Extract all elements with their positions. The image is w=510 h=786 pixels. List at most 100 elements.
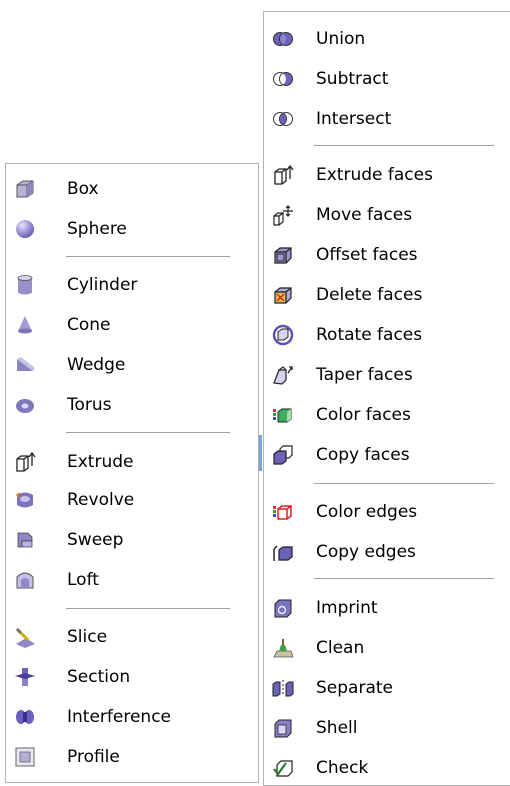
menu-item-label: Clean (316, 638, 365, 658)
menu-separator (314, 578, 494, 580)
menu-item-label: Sphere (67, 219, 127, 239)
menu-item-label: Color faces (316, 405, 411, 425)
menu-item-move-faces[interactable]: Move faces (264, 197, 510, 233)
menu-item-label: Cylinder (67, 275, 138, 295)
menu-item-section[interactable]: Section (6, 659, 258, 695)
box-icon (14, 178, 36, 200)
offset-faces-icon (272, 244, 294, 266)
solid-editing-menu: Union Subtract Intersect Extrude faces M… (263, 11, 510, 786)
menu-item-shell[interactable]: Shell (264, 710, 510, 746)
menu-item-extrude-faces[interactable]: Extrude faces (264, 157, 510, 193)
menu-separator (66, 608, 230, 610)
menu-item-separate[interactable]: Separate (264, 670, 510, 706)
copy-faces-icon (272, 444, 294, 466)
menu-item-cylinder[interactable]: Cylinder (6, 267, 258, 303)
intersect-icon (272, 108, 294, 130)
menu-item-label: Cone (67, 315, 111, 335)
menu-item-label: Slice (67, 627, 108, 647)
menu-item-interference[interactable]: Interference (6, 699, 258, 735)
menu-separator (314, 483, 494, 485)
sweep-icon (14, 529, 36, 551)
menu-item-rotate-faces[interactable]: Rotate faces (264, 317, 510, 353)
rotate-faces-icon (272, 324, 294, 346)
menu-item-label: Wedge (67, 355, 126, 375)
menu-separator (314, 145, 494, 147)
copy-edges-icon (272, 541, 294, 563)
cone-icon (14, 314, 36, 336)
menu-item-label: Subtract (316, 69, 389, 89)
menu-item-check[interactable]: Check (264, 750, 510, 786)
union-icon (272, 28, 294, 50)
menu-item-torus[interactable]: Torus (6, 387, 258, 423)
torus-icon (14, 394, 36, 416)
separate-icon (272, 677, 294, 699)
color-faces-icon (272, 404, 294, 426)
menu-separator (66, 432, 230, 434)
color-edges-icon (272, 501, 294, 523)
menu-item-color-edges[interactable]: Color edges (264, 494, 510, 530)
taper-faces-icon (272, 364, 294, 386)
interference-icon (14, 706, 36, 728)
menu-item-label: Taper faces (316, 365, 413, 385)
menu-item-delete-faces[interactable]: Delete faces (264, 277, 510, 313)
menu-item-label: Torus (67, 395, 112, 415)
menu-item-label: Union (316, 29, 366, 49)
menu-item-label: Box (67, 179, 99, 199)
selection-indicator (259, 435, 262, 471)
menu-item-label: Copy edges (316, 542, 416, 562)
menu-item-label: Move faces (316, 205, 413, 225)
menu-item-copy-edges[interactable]: Copy edges (264, 534, 510, 570)
extrude-icon (14, 451, 36, 473)
slice-icon (14, 626, 36, 648)
loft-icon (14, 569, 36, 591)
menu-item-label: Copy faces (316, 445, 410, 465)
imprint-icon (272, 597, 294, 619)
menu-item-loft[interactable]: Loft (6, 562, 258, 598)
move-faces-icon (272, 204, 294, 226)
menu-item-label: Loft (67, 570, 99, 590)
menu-item-label: Rotate faces (316, 325, 423, 345)
menu-item-copy-faces[interactable]: Copy faces (264, 437, 510, 473)
menu-item-label: Sweep (67, 530, 124, 550)
menu-item-label: Check (316, 758, 369, 778)
wedge-icon (14, 354, 36, 376)
menu-item-color-faces[interactable]: Color faces (264, 397, 510, 433)
menu-item-label: Shell (316, 718, 358, 738)
menu-item-label: Color edges (316, 502, 418, 522)
shell-icon (272, 717, 294, 739)
menu-item-union[interactable]: Union (264, 21, 510, 57)
menu-item-label: Delete faces (316, 285, 423, 305)
menu-item-wedge[interactable]: Wedge (6, 347, 258, 383)
menu-item-cone[interactable]: Cone (6, 307, 258, 343)
menu-item-imprint[interactable]: Imprint (264, 590, 510, 626)
menu-item-label: Interference (67, 707, 172, 727)
menu-item-taper-faces[interactable]: Taper faces (264, 357, 510, 393)
clean-icon (272, 637, 294, 659)
menu-item-profile[interactable]: Profile (6, 739, 258, 775)
menu-item-label: Separate (316, 678, 393, 698)
menu-item-revolve[interactable]: Revolve (6, 482, 258, 518)
menu-item-label: Profile (67, 747, 120, 767)
menu-item-sweep[interactable]: Sweep (6, 522, 258, 558)
menu-item-label: Section (67, 667, 131, 687)
solids-menu: Box Sphere Cylinder Cone Wedge Torus Ext… (5, 163, 259, 783)
menu-item-offset-faces[interactable]: Offset faces (264, 237, 510, 273)
menu-item-slice[interactable]: Slice (6, 619, 258, 655)
menu-item-label: Intersect (316, 109, 392, 129)
menu-item-label: Offset faces (316, 245, 418, 265)
menu-item-label: Imprint (316, 598, 378, 618)
menu-item-box[interactable]: Box (6, 171, 258, 207)
revolve-icon (14, 489, 36, 511)
menu-item-clean[interactable]: Clean (264, 630, 510, 666)
menu-separator (66, 256, 230, 258)
menu-item-intersect[interactable]: Intersect (264, 101, 510, 137)
menu-item-extrude[interactable]: Extrude (6, 444, 258, 480)
menu-item-label: Extrude faces (316, 165, 433, 185)
menu-item-label: Extrude (67, 452, 134, 472)
menu-item-label: Revolve (67, 490, 135, 510)
menu-item-subtract[interactable]: Subtract (264, 61, 510, 97)
menu-item-sphere[interactable]: Sphere (6, 211, 258, 247)
subtract-icon (272, 68, 294, 90)
extrude-faces-icon (272, 164, 294, 186)
profile-icon (14, 746, 36, 768)
